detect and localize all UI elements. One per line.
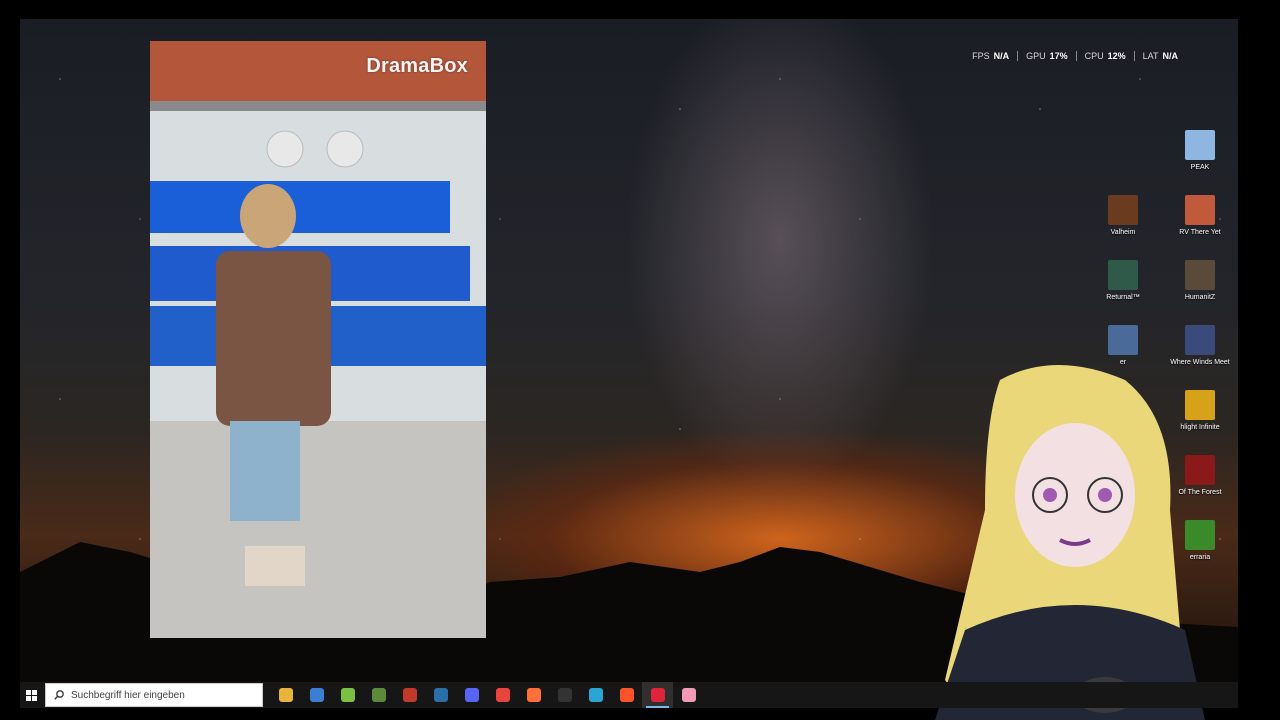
opera-gx-icon: [650, 688, 665, 702]
search-input[interactable]: [71, 689, 256, 701]
windows-logo-icon: [25, 689, 37, 701]
taskbar-vtuber-app-button[interactable]: [673, 682, 704, 708]
taskbar-brave-button[interactable]: [611, 682, 642, 708]
shortcut-label: PEAK: [1190, 164, 1210, 171]
valheim-icon: [1108, 195, 1138, 225]
taskbar-minecraft-button[interactable]: [363, 682, 394, 708]
video-player[interactable]: DramaBox: [150, 41, 486, 638]
android-icon: [340, 688, 355, 702]
taskbar-razer-cortex-button[interactable]: [394, 682, 425, 708]
taskbar-opera-gx-button[interactable]: [642, 682, 673, 708]
obs-icon: [557, 688, 572, 702]
humanitz-shortcut[interactable]: HumanitZ: [1165, 260, 1235, 318]
peak-icon: [1185, 130, 1215, 160]
where-winds-meet-icon: [1185, 325, 1215, 355]
shortcut-label: HumanitZ: [1184, 294, 1216, 301]
chrome-icon: [495, 688, 510, 702]
taskbar-file-explorer-button[interactable]: [270, 682, 301, 708]
taskbar-firefox-button[interactable]: [518, 682, 549, 708]
partial-game-icon: [1108, 325, 1138, 355]
razer-cortex-icon: [402, 688, 417, 702]
valheim-shortcut[interactable]: Valheim: [1088, 195, 1158, 253]
returnal-icon: [1108, 260, 1138, 290]
file-explorer-icon: [278, 688, 293, 702]
taskbar-store-button[interactable]: [301, 682, 332, 708]
start-button[interactable]: [20, 682, 42, 708]
taskbar-search[interactable]: [45, 683, 263, 707]
taskbar-chrome-button[interactable]: [487, 682, 518, 708]
vtuber-app-icon: [681, 688, 696, 702]
shortcut-label: RV There Yet: [1179, 229, 1221, 236]
taskbar-steam-button[interactable]: [425, 682, 456, 708]
sync-app-icon: [588, 688, 603, 702]
dramabox-watermark: DramaBox: [366, 55, 468, 77]
peak-shortcut[interactable]: PEAK: [1165, 130, 1235, 188]
shortcut-label: Returnal™: [1106, 294, 1140, 301]
taskbar-sync-app-button[interactable]: [580, 682, 611, 708]
vtuber-avatar: [935, 365, 1205, 720]
returnal-shortcut[interactable]: Returnal™: [1088, 260, 1158, 318]
video-frame: [150, 41, 486, 638]
rv-there-yet-icon: [1185, 195, 1215, 225]
taskbar-apps: [270, 682, 704, 708]
taskbar-android-button[interactable]: [332, 682, 363, 708]
minecraft-icon: [371, 688, 386, 702]
humanitz-icon: [1185, 260, 1215, 290]
brave-icon: [619, 688, 634, 702]
taskbar: [20, 682, 1238, 708]
taskbar-discord-button[interactable]: [456, 682, 487, 708]
taskbar-obs-button[interactable]: [549, 682, 580, 708]
steam-icon: [433, 688, 448, 702]
store-icon: [309, 688, 324, 702]
shortcut-label: Valheim: [1110, 229, 1136, 236]
rv-there-yet-shortcut[interactable]: RV There Yet: [1165, 195, 1235, 253]
search-icon: [54, 690, 64, 700]
discord-icon: [464, 688, 479, 702]
firefox-icon: [526, 688, 541, 702]
